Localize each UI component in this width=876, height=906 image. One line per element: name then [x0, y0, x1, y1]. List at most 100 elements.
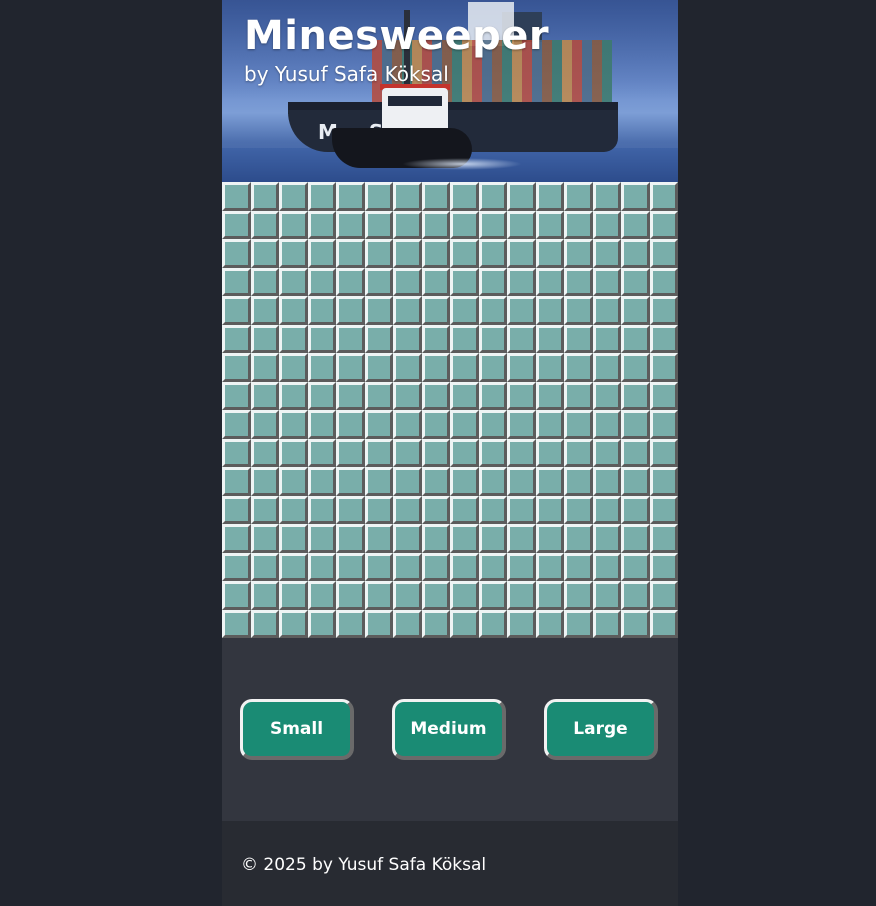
board-cell[interactable]: [507, 210, 536, 239]
board-cell[interactable]: [478, 581, 507, 610]
board-cell[interactable]: [250, 296, 279, 325]
board-cell[interactable]: [336, 210, 365, 239]
board-cell[interactable]: [307, 524, 336, 553]
board-cell[interactable]: [535, 609, 564, 638]
board-cell[interactable]: [535, 210, 564, 239]
board-cell[interactable]: [592, 239, 621, 268]
board-cell[interactable]: [649, 210, 678, 239]
board-cell[interactable]: [535, 381, 564, 410]
board-cell[interactable]: [250, 581, 279, 610]
board-cell[interactable]: [507, 467, 536, 496]
medium-size-button[interactable]: Medium: [392, 699, 506, 760]
board-cell[interactable]: [592, 182, 621, 211]
board-cell[interactable]: [535, 182, 564, 211]
board-cell[interactable]: [649, 324, 678, 353]
board-cell[interactable]: [507, 267, 536, 296]
board-cell[interactable]: [364, 296, 393, 325]
board-cell[interactable]: [279, 581, 308, 610]
board-cell[interactable]: [222, 581, 251, 610]
board-cell[interactable]: [478, 609, 507, 638]
board-cell[interactable]: [336, 609, 365, 638]
board-cell[interactable]: [564, 324, 593, 353]
board-cell[interactable]: [535, 495, 564, 524]
board-cell[interactable]: [592, 410, 621, 439]
board-cell[interactable]: [307, 495, 336, 524]
board-cell[interactable]: [507, 609, 536, 638]
board-cell[interactable]: [592, 609, 621, 638]
board-cell[interactable]: [478, 381, 507, 410]
board-cell[interactable]: [535, 324, 564, 353]
board-cell[interactable]: [393, 467, 422, 496]
board-cell[interactable]: [478, 552, 507, 581]
board-cell[interactable]: [279, 267, 308, 296]
board-cell[interactable]: [222, 609, 251, 638]
board-cell[interactable]: [307, 210, 336, 239]
board-cell[interactable]: [364, 324, 393, 353]
board-cell[interactable]: [535, 524, 564, 553]
board-cell[interactable]: [336, 267, 365, 296]
board-cell[interactable]: [222, 438, 251, 467]
board-cell[interactable]: [564, 609, 593, 638]
board-cell[interactable]: [393, 438, 422, 467]
board-cell[interactable]: [250, 410, 279, 439]
board-cell[interactable]: [250, 210, 279, 239]
board-cell[interactable]: [621, 552, 650, 581]
board-cell[interactable]: [336, 296, 365, 325]
board-cell[interactable]: [222, 353, 251, 382]
board-cell[interactable]: [279, 552, 308, 581]
board-cell[interactable]: [592, 467, 621, 496]
board-cell[interactable]: [364, 552, 393, 581]
board-cell[interactable]: [222, 267, 251, 296]
board-cell[interactable]: [621, 239, 650, 268]
board-cell[interactable]: [564, 438, 593, 467]
board-cell[interactable]: [279, 381, 308, 410]
board-cell[interactable]: [421, 381, 450, 410]
board-cell[interactable]: [564, 353, 593, 382]
board-cell[interactable]: [564, 239, 593, 268]
board-cell[interactable]: [336, 524, 365, 553]
board-cell[interactable]: [649, 267, 678, 296]
board-cell[interactable]: [421, 210, 450, 239]
board-cell[interactable]: [450, 353, 479, 382]
board-cell[interactable]: [393, 410, 422, 439]
board-cell[interactable]: [393, 524, 422, 553]
board-cell[interactable]: [336, 239, 365, 268]
board-cell[interactable]: [421, 324, 450, 353]
board-cell[interactable]: [336, 552, 365, 581]
board-cell[interactable]: [307, 267, 336, 296]
board-cell[interactable]: [592, 267, 621, 296]
board-cell[interactable]: [649, 438, 678, 467]
board-cell[interactable]: [450, 210, 479, 239]
board-cell[interactable]: [621, 353, 650, 382]
board-cell[interactable]: [279, 609, 308, 638]
board-cell[interactable]: [621, 524, 650, 553]
board-cell[interactable]: [478, 267, 507, 296]
large-size-button[interactable]: Large: [544, 699, 658, 760]
board-cell[interactable]: [307, 239, 336, 268]
board-cell[interactable]: [250, 353, 279, 382]
board-cell[interactable]: [535, 438, 564, 467]
board-cell[interactable]: [564, 381, 593, 410]
board-cell[interactable]: [621, 324, 650, 353]
board-cell[interactable]: [450, 410, 479, 439]
board-cell[interactable]: [450, 467, 479, 496]
board-cell[interactable]: [564, 410, 593, 439]
board-cell[interactable]: [364, 410, 393, 439]
board-cell[interactable]: [450, 324, 479, 353]
board-cell[interactable]: [535, 239, 564, 268]
board-cell[interactable]: [222, 524, 251, 553]
board-cell[interactable]: [421, 182, 450, 211]
board-cell[interactable]: [279, 495, 308, 524]
board-cell[interactable]: [307, 296, 336, 325]
board-cell[interactable]: [307, 182, 336, 211]
board-cell[interactable]: [450, 524, 479, 553]
board-cell[interactable]: [222, 210, 251, 239]
board-cell[interactable]: [222, 410, 251, 439]
board-cell[interactable]: [478, 296, 507, 325]
board-cell[interactable]: [478, 467, 507, 496]
board-cell[interactable]: [222, 324, 251, 353]
board-cell[interactable]: [336, 182, 365, 211]
board-cell[interactable]: [393, 609, 422, 638]
board-cell[interactable]: [592, 552, 621, 581]
board-cell[interactable]: [507, 324, 536, 353]
